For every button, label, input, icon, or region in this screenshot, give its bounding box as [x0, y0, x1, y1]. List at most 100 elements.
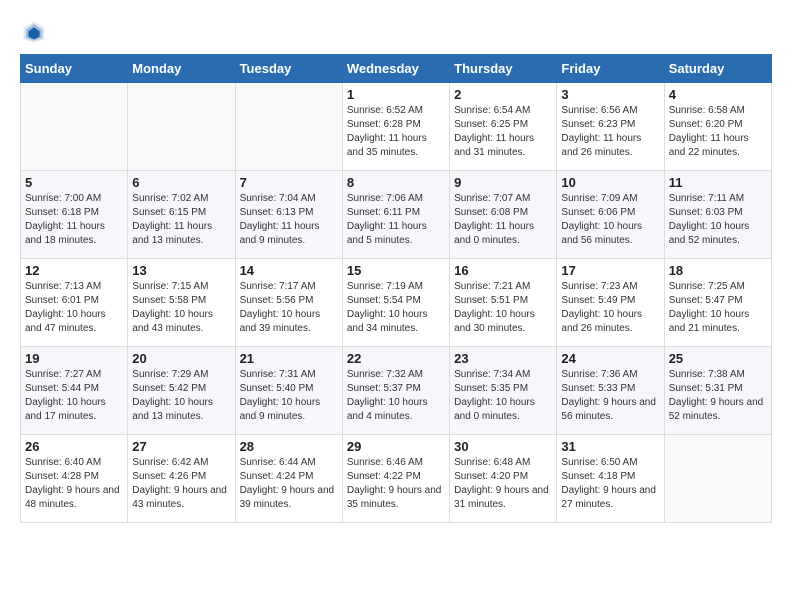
calendar-cell: 23 Sunrise: 7:34 AM Sunset: 5:35 PM Dayli…: [450, 347, 557, 435]
week-row-1: 1 Sunrise: 6:52 AM Sunset: 6:28 PM Daylig…: [21, 83, 772, 171]
cell-content: Sunrise: 7:11 AM Sunset: 6:03 PM Dayligh…: [669, 192, 767, 248]
day-number: 27: [132, 439, 230, 454]
cell-content: Sunrise: 7:36 AM Sunset: 5:33 PM Dayligh…: [561, 368, 659, 424]
day-number: 1: [347, 87, 445, 102]
calendar-cell: 7 Sunrise: 7:04 AM Sunset: 6:13 PM Daylig…: [235, 171, 342, 259]
day-number: 2: [454, 87, 552, 102]
cell-content: Sunrise: 6:40 AM Sunset: 4:28 PM Dayligh…: [25, 456, 123, 512]
cell-content: Sunrise: 6:58 AM Sunset: 6:20 PM Dayligh…: [669, 104, 767, 160]
cell-content: Sunrise: 6:44 AM Sunset: 4:24 PM Dayligh…: [240, 456, 338, 512]
cell-content: Sunrise: 7:04 AM Sunset: 6:13 PM Dayligh…: [240, 192, 338, 248]
calendar-cell: 22 Sunrise: 7:32 AM Sunset: 5:37 PM Dayli…: [342, 347, 449, 435]
cell-content: Sunrise: 7:09 AM Sunset: 6:06 PM Dayligh…: [561, 192, 659, 248]
calendar-cell: 29 Sunrise: 6:46 AM Sunset: 4:22 PM Dayli…: [342, 435, 449, 523]
calendar-cell: 8Sunrise: 7:06 AM Sunset: 6:11 PM Daylig…: [342, 171, 449, 259]
calendar-cell: [664, 435, 771, 523]
day-number: 31: [561, 439, 659, 454]
week-row-4: 19 Sunrise: 7:27 AM Sunset: 5:44 PM Dayli…: [21, 347, 772, 435]
cell-content: Sunrise: 6:42 AM Sunset: 4:26 PM Dayligh…: [132, 456, 230, 512]
cell-content: Sunrise: 7:27 AM Sunset: 5:44 PM Dayligh…: [25, 368, 123, 424]
cell-content: Sunrise: 7:34 AM Sunset: 5:35 PM Dayligh…: [454, 368, 552, 424]
day-number: 28: [240, 439, 338, 454]
day-number: 26: [25, 439, 123, 454]
cell-content: Sunrise: 7:13 AM Sunset: 6:01 PM Dayligh…: [25, 280, 123, 336]
calendar-cell: 15 Sunrise: 7:19 AM Sunset: 5:54 PM Dayli…: [342, 259, 449, 347]
day-number: 29: [347, 439, 445, 454]
cell-content: Sunrise: 7:17 AM Sunset: 5:56 PM Dayligh…: [240, 280, 338, 336]
day-number: 21: [240, 351, 338, 366]
calendar-cell: 17 Sunrise: 7:23 AM Sunset: 5:49 PM Dayli…: [557, 259, 664, 347]
day-number: 10: [561, 175, 659, 190]
day-number: 7: [240, 175, 338, 190]
day-number: 12: [25, 263, 123, 278]
day-number: 17: [561, 263, 659, 278]
cell-content: Sunrise: 6:46 AM Sunset: 4:22 PM Dayligh…: [347, 456, 445, 512]
calendar-cell: 2 Sunrise: 6:54 AM Sunset: 6:25 PM Daylig…: [450, 83, 557, 171]
calendar-cell: 9 Sunrise: 7:07 AM Sunset: 6:08 PM Daylig…: [450, 171, 557, 259]
calendar-cell: 20 Sunrise: 7:29 AM Sunset: 5:42 PM Dayli…: [128, 347, 235, 435]
cell-content: Sunrise: 6:48 AM Sunset: 4:20 PM Dayligh…: [454, 456, 552, 512]
logo-icon: [22, 20, 46, 44]
cell-content: Sunrise: 6:56 AM Sunset: 6:23 PM Dayligh…: [561, 104, 659, 160]
day-number: 3: [561, 87, 659, 102]
week-row-5: 26 Sunrise: 6:40 AM Sunset: 4:28 PM Dayli…: [21, 435, 772, 523]
calendar-cell: 6Sunrise: 7:02 AM Sunset: 6:15 PM Daylig…: [128, 171, 235, 259]
day-number: 11: [669, 175, 767, 190]
calendar-cell: 26 Sunrise: 6:40 AM Sunset: 4:28 PM Dayli…: [21, 435, 128, 523]
day-number: 19: [25, 351, 123, 366]
calendar-table: SundayMondayTuesdayWednesdayThursdayFrid…: [20, 54, 772, 523]
day-number: 15: [347, 263, 445, 278]
cell-content: Sunrise: 7:25 AM Sunset: 5:47 PM Dayligh…: [669, 280, 767, 336]
calendar-cell: 13Sunrise: 7:15 AM Sunset: 5:58 PM Dayli…: [128, 259, 235, 347]
cell-content: Sunrise: 7:31 AM Sunset: 5:40 PM Dayligh…: [240, 368, 338, 424]
calendar-cell: [128, 83, 235, 171]
calendar-cell: 28 Sunrise: 6:44 AM Sunset: 4:24 PM Dayli…: [235, 435, 342, 523]
day-number: 13: [132, 263, 230, 278]
day-number: 23: [454, 351, 552, 366]
calendar-cell: 1 Sunrise: 6:52 AM Sunset: 6:28 PM Daylig…: [342, 83, 449, 171]
calendar-cell: 30 Sunrise: 6:48 AM Sunset: 4:20 PM Dayli…: [450, 435, 557, 523]
calendar-cell: 24 Sunrise: 7:36 AM Sunset: 5:33 PM Dayli…: [557, 347, 664, 435]
calendar-cell: [21, 83, 128, 171]
day-number: 8: [347, 175, 445, 190]
calendar-cell: 19 Sunrise: 7:27 AM Sunset: 5:44 PM Dayli…: [21, 347, 128, 435]
calendar-cell: 31 Sunrise: 6:50 AM Sunset: 4:18 PM Dayli…: [557, 435, 664, 523]
cell-content: Sunrise: 7:29 AM Sunset: 5:42 PM Dayligh…: [132, 368, 230, 424]
weekday-header-thursday: Thursday: [450, 55, 557, 83]
cell-content: Sunrise: 6:52 AM Sunset: 6:28 PM Dayligh…: [347, 104, 445, 160]
cell-content: Sunrise: 6:50 AM Sunset: 4:18 PM Dayligh…: [561, 456, 659, 512]
calendar-cell: 14 Sunrise: 7:17 AM Sunset: 5:56 PM Dayli…: [235, 259, 342, 347]
week-row-2: 5Sunrise: 7:00 AM Sunset: 6:18 PM Daylig…: [21, 171, 772, 259]
calendar-cell: 21 Sunrise: 7:31 AM Sunset: 5:40 PM Dayli…: [235, 347, 342, 435]
page-header: [20, 20, 772, 44]
weekday-header-saturday: Saturday: [664, 55, 771, 83]
weekday-header-sunday: Sunday: [21, 55, 128, 83]
calendar-cell: 5Sunrise: 7:00 AM Sunset: 6:18 PM Daylig…: [21, 171, 128, 259]
day-number: 30: [454, 439, 552, 454]
day-number: 5: [25, 175, 123, 190]
cell-content: Sunrise: 7:38 AM Sunset: 5:31 PM Dayligh…: [669, 368, 767, 424]
calendar-cell: 16 Sunrise: 7:21 AM Sunset: 5:51 PM Dayli…: [450, 259, 557, 347]
day-number: 4: [669, 87, 767, 102]
weekday-header-tuesday: Tuesday: [235, 55, 342, 83]
day-number: 16: [454, 263, 552, 278]
day-number: 22: [347, 351, 445, 366]
day-number: 20: [132, 351, 230, 366]
cell-content: Sunrise: 6:54 AM Sunset: 6:25 PM Dayligh…: [454, 104, 552, 160]
day-number: 9: [454, 175, 552, 190]
day-number: 24: [561, 351, 659, 366]
day-number: 14: [240, 263, 338, 278]
weekday-header-row: SundayMondayTuesdayWednesdayThursdayFrid…: [21, 55, 772, 83]
cell-content: Sunrise: 7:21 AM Sunset: 5:51 PM Dayligh…: [454, 280, 552, 336]
cell-content: Sunrise: 7:32 AM Sunset: 5:37 PM Dayligh…: [347, 368, 445, 424]
weekday-header-friday: Friday: [557, 55, 664, 83]
cell-content: Sunrise: 7:19 AM Sunset: 5:54 PM Dayligh…: [347, 280, 445, 336]
day-number: 25: [669, 351, 767, 366]
calendar-cell: 18Sunrise: 7:25 AM Sunset: 5:47 PM Dayli…: [664, 259, 771, 347]
day-number: 6: [132, 175, 230, 190]
cell-content: Sunrise: 7:23 AM Sunset: 5:49 PM Dayligh…: [561, 280, 659, 336]
cell-content: Sunrise: 7:07 AM Sunset: 6:08 PM Dayligh…: [454, 192, 552, 248]
weekday-header-monday: Monday: [128, 55, 235, 83]
calendar-cell: 25 Sunrise: 7:38 AM Sunset: 5:31 PM Dayli…: [664, 347, 771, 435]
calendar-cell: 3 Sunrise: 6:56 AM Sunset: 6:23 PM Daylig…: [557, 83, 664, 171]
